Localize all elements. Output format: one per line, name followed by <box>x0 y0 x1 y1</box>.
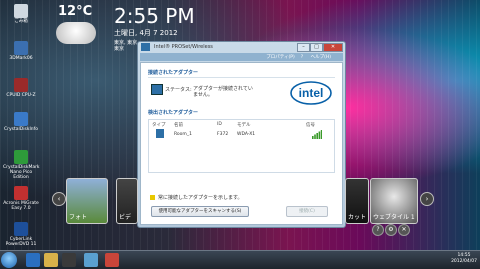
close-button[interactable]: ✕ <box>323 43 343 52</box>
desktop-icon-label: CyberLink PowerDVD 11 <box>5 237 37 247</box>
adapter-icon <box>156 129 164 138</box>
app-icon <box>141 43 150 51</box>
start-button[interactable] <box>1 252 17 268</box>
3dmark-glyph <box>14 41 28 55</box>
web-tile-thumb-label: ウェブタイル 1 <box>373 214 415 221</box>
proset-wireless-window: Intel® PROSet/Wireless – □ ✕ プロパティ(P) ? … <box>137 41 346 228</box>
weather-temperature: 12°C <box>58 4 93 19</box>
window-titlebar[interactable]: Intel® PROSet/Wireless – □ ✕ <box>138 42 345 52</box>
detected-adapter-heading: 検出されたアダプター <box>148 110 199 116</box>
acronis-icon[interactable]: Acronis MiGrate Easy 7.0 <box>3 186 39 211</box>
acronis-glyph <box>14 186 28 200</box>
photo-thumb[interactable]: フォト <box>66 178 108 224</box>
col-id: ID <box>217 122 222 127</box>
info-icon <box>150 195 155 200</box>
connected-adapter-heading: 接続されたアダプター <box>148 70 199 76</box>
clock-time: 2:55 PM <box>114 4 195 28</box>
strip-next-button[interactable]: › <box>420 192 434 206</box>
col-signal: 信号 <box>306 123 315 128</box>
desktop-icon-label: 3DMark06 <box>9 56 33 61</box>
clock-date: 土曜日, 4月 7 2012 <box>114 29 178 37</box>
menu-help[interactable]: ? ヘルプ(H) <box>301 54 337 60</box>
row-id: F372 <box>217 132 229 137</box>
cut-thumb-label: カット <box>348 214 367 221</box>
media-taskbar-icon[interactable] <box>62 253 76 267</box>
menu-properties[interactable]: プロパティ(P) <box>266 54 294 60</box>
col-name: 名前 <box>174 123 183 128</box>
intel-logo: intel <box>290 81 332 105</box>
crystaldiskinfo-glyph <box>14 112 28 126</box>
video-thumb-label: ビデ <box>119 214 132 221</box>
powerdvd-icon[interactable]: CyberLink PowerDVD 11 <box>3 222 39 247</box>
help-circle-icon[interactable]: ? <box>372 224 384 236</box>
clock-city-line: 東京 <box>114 46 125 52</box>
menu-bar: プロパティ(P) ? ヘルプ(H) <box>140 53 343 61</box>
crystaldiskmark-glyph <box>14 150 28 164</box>
crystaldiskmark-icon[interactable]: CrystalDiskMark Nano Pico Edition <box>3 150 40 180</box>
app2-taskbar-icon[interactable] <box>105 253 119 267</box>
close-circle-icon[interactable]: ✕ <box>398 224 410 236</box>
recycle-bin-icon[interactable]: ごみ箱 <box>3 4 39 24</box>
desktop-icon-label: CrystalDiskMark Nano Pico Edition <box>3 165 40 180</box>
signal-strength-icon <box>312 130 322 139</box>
explorer-taskbar-icon[interactable] <box>44 253 58 267</box>
info-note: 常に接続したアダプターを示します。 <box>150 194 243 201</box>
status-value: アダプターが接続されていません。 <box>193 86 253 98</box>
help-icon: ? <box>300 55 304 60</box>
cpuz-glyph <box>14 78 28 92</box>
weather-cloud-icon <box>56 22 96 44</box>
desktop-icon-label: CPUID CPU-Z <box>6 93 36 98</box>
strip-prev-button[interactable]: ‹ <box>52 192 66 206</box>
recycle-bin-glyph <box>14 4 28 18</box>
photo-thumb-label: フォト <box>69 214 88 221</box>
detected-adapter-table: タイプ 名前 ID モデル 信号 Room_1 F372 WDA-X1 <box>148 119 335 173</box>
col-model: モデル <box>237 123 251 128</box>
window-title: Intel® PROSet/Wireless <box>154 44 213 50</box>
desktop-icon-label: Acronis MiGrate Easy 7.0 <box>3 201 39 211</box>
ie-taskbar-icon[interactable] <box>26 253 40 267</box>
status-label: ステータス: <box>165 87 192 93</box>
crystaldiskinfo-icon[interactable]: CrystalDiskInfo <box>3 112 39 132</box>
divider <box>148 77 335 78</box>
cut-thumb[interactable]: カット <box>345 178 369 224</box>
row-name: Room_1 <box>174 132 192 137</box>
system-tray-clock[interactable]: 14:55 2012/04/07 <box>451 253 477 265</box>
cpuz-icon[interactable]: CPUID CPU-Z <box>3 78 39 98</box>
gear-icon[interactable]: ⚙ <box>385 224 397 236</box>
3dmark-icon[interactable]: 3DMark06 <box>3 41 39 61</box>
minimize-button[interactable]: – <box>297 43 310 52</box>
tray-date: 2012/04/07 <box>451 259 477 264</box>
intel-logo-text: intel <box>299 86 324 100</box>
row-model: WDA-X1 <box>237 132 256 137</box>
connect-button[interactable]: 接続(C) <box>286 206 328 217</box>
menu-help-label: ヘルプ(H) <box>310 55 331 60</box>
video-thumb[interactable]: ビデ <box>116 178 138 224</box>
app-taskbar-icon[interactable] <box>84 253 98 267</box>
powerdvd-glyph <box>14 222 28 236</box>
clock-city: 東京, 東京 東京 <box>114 40 137 52</box>
info-text: 常に接続したアダプターを示します。 <box>158 195 243 201</box>
web-tile-thumb[interactable]: ウェブタイル 1 <box>370 178 418 224</box>
taskbar: 14:55 2012/04/07 <box>0 250 480 269</box>
maximize-button[interactable]: □ <box>310 43 323 52</box>
scan-adapters-button[interactable]: 使用可能なアダプターをスキャンする(S) <box>151 206 249 217</box>
window-content: 接続されたアダプター ステータス: アダプターが接続されていません。 intel… <box>140 62 343 225</box>
col-type: タイプ <box>152 123 166 128</box>
adapter-status-icon <box>151 84 163 95</box>
desktop-icon-label: CrystalDiskInfo <box>4 127 38 132</box>
desktop-icon-label: ごみ箱 <box>14 19 28 24</box>
